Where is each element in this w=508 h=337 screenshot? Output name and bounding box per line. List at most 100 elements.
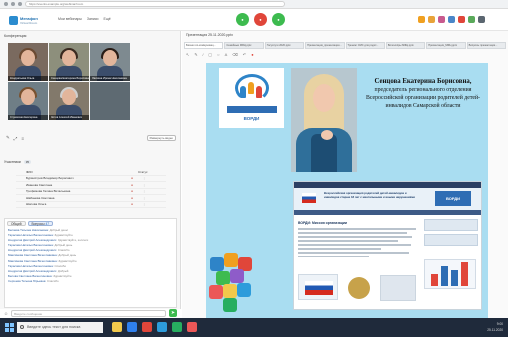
chat-messages: Беляева Татьяна Николаевна: Добрый день!… [5, 228, 176, 284]
microphone-muted-icon[interactable]: ● [126, 176, 138, 180]
exit-icon[interactable] [478, 16, 485, 23]
address-bar[interactable]: https://events.example.org/webinar/room [25, 1, 285, 7]
chat-author: Кондратов Дмитрий Александрович: [8, 268, 58, 273]
sidebar-block [424, 234, 478, 246]
taskbar-app-icon[interactable] [127, 322, 137, 332]
participant-name: Иванова Светлана [26, 182, 53, 187]
microphone-muted-icon[interactable]: ● [126, 183, 138, 187]
tab-chat-general[interactable]: Общий [7, 221, 26, 226]
send-button[interactable]: ➤ [169, 309, 177, 317]
microphone-muted-icon[interactable]: ● [126, 196, 138, 200]
video-tile[interactable]: Стремская Екатерина [8, 82, 48, 120]
video-tile-label: Зотов Алексей Иванович [49, 115, 89, 120]
tab-document[interactable]: Волонтёры МФЦ.pptx [385, 42, 426, 49]
tab-document[interactable]: Вопросы презентации... [466, 42, 506, 49]
system-tray: 9:00 25.11.2020 [445, 321, 503, 333]
column-header-name: ФИО [26, 169, 33, 174]
tab-document[interactable]: Семейные МФЦ.pptx [224, 42, 264, 49]
webpage-heading: ВОРДИ: Миссия организации [298, 221, 348, 225]
nav-more[interactable]: Ещё [103, 17, 110, 21]
microphone-muted-icon[interactable]: ● [126, 202, 138, 206]
taskbar-app-icon[interactable] [112, 322, 122, 332]
line-icon[interactable]: ⁄ [203, 52, 204, 57]
drawing-toolbar: ↖ ✎ ⁄ ▢ ○ A ⌫ ↶ ● [186, 52, 254, 57]
webpage-title: Всероссийская организация родителей дете… [324, 191, 416, 199]
pointer-icon[interactable]: ↖ [186, 52, 189, 57]
raise-hand-icon[interactable] [438, 16, 445, 23]
taskbar-search[interactable]: Введите здесь текст для поиска [17, 322, 103, 333]
list-icon[interactable]: ≡ [21, 136, 24, 141]
circle-icon[interactable]: ○ [217, 52, 219, 57]
back-icon[interactable] [4, 2, 8, 6]
users-icon[interactable] [448, 16, 455, 23]
more-icon[interactable]: ⋮ [138, 183, 150, 187]
participant-head-shape [62, 50, 76, 66]
video-tile[interactable]: Кондратьева Ольга [8, 43, 48, 81]
tab-document[interactable]: Презентация_МФЦ.pptx [426, 42, 466, 49]
participant-row[interactable]: Шилова Ольга ● ⋮ [16, 202, 166, 208]
microphone-icon[interactable]: ● [236, 13, 249, 26]
chat-text: Спасибо [54, 263, 67, 268]
participants-header: Участники 35 [4, 158, 177, 166]
eraser-icon[interactable]: ⌫ [232, 52, 238, 57]
user-icon[interactable] [428, 16, 435, 23]
tab-chat-questions[interactable]: Вопросы 47 [27, 221, 53, 226]
puzzle-piece [210, 257, 224, 271]
tab-chat-questions-label: Вопросы [31, 222, 45, 226]
pencil-icon[interactable]: ✎ [194, 52, 197, 57]
emoji-icon[interactable]: ☺ [4, 311, 8, 316]
record-icon[interactable] [468, 16, 475, 23]
screen-share-icon[interactable]: ● [272, 13, 285, 26]
webpage-logo: ВОРДИ [435, 191, 471, 206]
webpage-banner: Всероссийская организация родителей дете… [294, 188, 481, 210]
chat-author: Сергеева Татьяна Юрьевна: [8, 278, 47, 283]
pen-icon[interactable]: ✎ [6, 135, 10, 141]
nav-records[interactable]: Записи [87, 17, 99, 21]
tab-document[interactable]: Бизнес-по-коммуникац... [184, 42, 224, 49]
video-tile[interactable] [90, 82, 130, 120]
tab-document[interactable]: Тренинг СМС для родит... [345, 42, 385, 49]
microphone-muted-icon[interactable]: ● [126, 189, 138, 193]
video-tile[interactable]: Ласкина Ирина Николаевна [90, 43, 130, 81]
nav-webinars[interactable]: Мои вебинары [58, 17, 82, 21]
undo-icon[interactable]: ↶ [243, 52, 246, 57]
text-line [298, 228, 416, 230]
puzzle-piece [209, 285, 223, 299]
chat-text: Добрый день [58, 253, 77, 258]
chat-author: Тарасова Наталья Валентиновна: [8, 233, 54, 238]
taskbar-app-icon[interactable] [157, 322, 167, 332]
windows-start-icon[interactable] [5, 323, 14, 332]
russian-flag-icon [302, 193, 316, 203]
settings-icon[interactable] [458, 16, 465, 23]
participant-head-shape [21, 89, 35, 105]
chat-tabs: Общий Вопросы 47 [5, 219, 176, 228]
more-icon[interactable]: ⋮ [138, 196, 150, 200]
more-icon[interactable]: ⋮ [138, 189, 150, 193]
clear-icon[interactable]: ● [251, 52, 253, 57]
tab-document[interactable]: Госуслуги 2020.pptx [264, 42, 305, 49]
taskbar-app-icon[interactable] [187, 322, 197, 332]
reload-icon[interactable] [18, 2, 22, 6]
video-tile[interactable]: Зотов Алексей Иванович [49, 82, 89, 120]
tab-document[interactable]: Презентация_презентации... [305, 42, 345, 49]
chat-text: Добрый день! [49, 228, 69, 232]
grid-icon[interactable] [418, 16, 425, 23]
fullscreen-video-button[interactable]: Развернуть видео [146, 135, 176, 141]
camera-icon[interactable]: ● [254, 13, 267, 26]
logo[interactable]: Мегафон Virtual Room [9, 15, 38, 26]
speaker-photo [291, 68, 357, 172]
photo-face-shape [313, 84, 335, 112]
forward-icon[interactable] [11, 2, 15, 6]
text-icon[interactable]: A [225, 52, 228, 57]
rectangle-icon[interactable]: ▢ [208, 52, 212, 57]
chat-input[interactable]: Введите сообщение [11, 309, 166, 317]
taskbar-app-icon[interactable] [172, 322, 182, 332]
puzzle-piece [216, 271, 230, 285]
more-icon[interactable]: ⋮ [138, 176, 150, 180]
presentation-slide: ВОРДИ Сенцова Екатерина Борисовна, предс… [206, 63, 488, 325]
more-icon[interactable]: ⋮ [138, 202, 150, 206]
expand-icon[interactable]: ⤢ [14, 136, 18, 141]
video-tile[interactable]: Сенцова Екатерина Борисовна [49, 43, 89, 81]
taskbar-app-icon[interactable] [142, 322, 152, 332]
puzzle-heart-decoration [206, 251, 256, 321]
